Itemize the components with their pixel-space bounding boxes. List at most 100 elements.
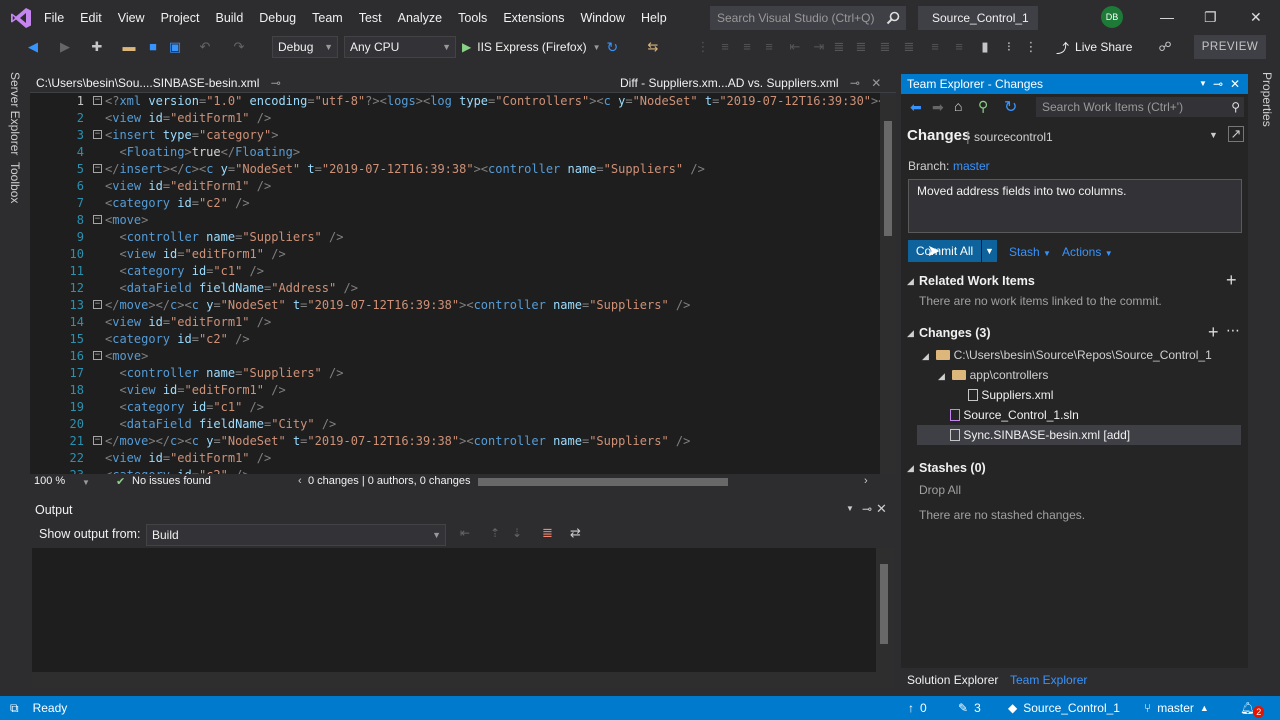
menu-help[interactable]: Help [633, 0, 675, 36]
stash-menu[interactable]: Stash ▼ [1009, 245, 1051, 259]
menu-team[interactable]: Team [304, 0, 351, 36]
pin-icon[interactable]: ⊸ [862, 502, 872, 516]
document-tab-sinbase[interactable]: C:\Users\besin\Sou....SINBASE-besin.xml … [36, 72, 290, 112]
collapse-triangle-icon[interactable]: ◢ [907, 328, 914, 339]
fold-toggle-icon[interactable]: − [93, 96, 102, 105]
restore-button[interactable]: ❐ [1204, 9, 1217, 26]
menu-tools[interactable]: Tools [450, 0, 495, 36]
search-icon[interactable]: ⚲ [1231, 97, 1240, 117]
branch-selector[interactable]: ⑂ master ▲ [1144, 696, 1209, 720]
save-all-icon[interactable]: ▣ [166, 38, 184, 56]
fold-toggle-icon[interactable]: − [93, 436, 102, 445]
close-panel-icon[interactable]: ✕ [1230, 74, 1240, 94]
repository-selector[interactable]: ◆ Source_Control_1 [1008, 696, 1120, 720]
editor-horizontal-scroll-thumb[interactable] [478, 478, 728, 486]
code-line[interactable]: 1− <?xml version="1.0" encoding="utf-8"?>… [30, 93, 896, 110]
menu-view[interactable]: View [110, 0, 153, 36]
codelens-changes[interactable]: 0 changes | 0 authors, 0 changes [308, 475, 470, 487]
search-icon[interactable] [886, 11, 900, 25]
code-line[interactable]: 6 <view id="editForm1" /> [30, 178, 880, 195]
tab-solution-explorer[interactable]: Solution Explorer [907, 669, 998, 691]
output-scroll-thumb[interactable] [880, 564, 888, 644]
collapse-triangle-icon[interactable]: ◢ [907, 276, 914, 287]
new-project-icon[interactable]: ✚ [88, 38, 106, 56]
code-line[interactable]: 4 <Floating>true</Floating> [30, 144, 880, 161]
connect-icon[interactable]: ⚲ [978, 98, 988, 115]
pin-icon[interactable]: ⊸ [271, 76, 281, 90]
open-in-new-window-icon[interactable]: ↗ [1228, 126, 1244, 142]
unpublished-commits[interactable]: ↑ 0 [908, 696, 927, 720]
code-line[interactable]: 2 <view id="editForm1" /> [30, 110, 880, 127]
document-tab-diff[interactable]: Diff - Suppliers.xm...AD vs. Suppliers.x… [620, 72, 896, 111]
minimize-button[interactable]: — [1160, 9, 1174, 25]
related-work-items-title[interactable]: Related Work Items [919, 274, 1035, 288]
clear-all-icon[interactable]: ≣ [542, 525, 553, 541]
refresh-icon[interactable]: ↻ [1004, 97, 1017, 117]
code-line[interactable]: 17 <controller name="Suppliers" /> [30, 365, 880, 382]
toolbox-tab[interactable]: Toolbox [8, 162, 22, 203]
save-icon[interactable]: ■ [144, 38, 162, 56]
tab-team-explorer[interactable]: Team Explorer [1010, 669, 1087, 691]
close-tab-icon[interactable]: ✕ [871, 76, 881, 90]
bookmark-list-icon[interactable]: ⁝ [1000, 38, 1018, 56]
back-icon[interactable]: ⬅ [910, 99, 922, 116]
browser-link-icon[interactable]: ⇆ [644, 38, 662, 56]
output-source-select[interactable]: Build ▼ [146, 524, 446, 546]
zoom-level[interactable]: 100 % [34, 475, 65, 487]
preview-button[interactable]: PREVIEW [1194, 35, 1266, 59]
feedback-icon[interactable]: ☍ [1156, 38, 1174, 56]
bookmark-icon[interactable]: ▮ [976, 38, 994, 56]
solution-platform-select[interactable]: Any CPU ▼ [344, 36, 456, 58]
stashes-section-title[interactable]: Stashes (0) [919, 461, 986, 475]
tree-folder-row[interactable]: ◢ app\controllers [938, 365, 1048, 385]
navigate-back-icon[interactable]: ◀ [24, 38, 42, 56]
fold-toggle-icon[interactable]: − [93, 300, 102, 309]
menu-extensions[interactable]: Extensions [495, 0, 572, 36]
user-avatar[interactable]: DB [1101, 6, 1123, 28]
menu-analyze[interactable]: Analyze [390, 0, 450, 36]
code-line[interactable]: 14 <view id="editForm1" /> [30, 314, 880, 331]
chevron-down-icon[interactable]: ▼ [1209, 130, 1218, 140]
code-line[interactable]: 9 <controller name="Suppliers" /> [30, 229, 880, 246]
code-line[interactable]: 23 <category id="c2" /> [30, 467, 880, 474]
forward-icon[interactable]: ➡ [932, 99, 944, 116]
code-line[interactable]: 18 <view id="editForm1" /> [30, 382, 880, 399]
add-work-item-icon[interactable]: + [1226, 270, 1237, 291]
chevron-left-icon[interactable]: ‹ [298, 475, 302, 487]
fold-toggle-icon[interactable]: − [93, 130, 102, 139]
commit-message-input[interactable]: Moved address fields into two columns. [908, 179, 1242, 233]
changes-section-title[interactable]: Changes (3) [919, 326, 991, 340]
chevron-down-icon[interactable]: ▼ [82, 478, 90, 487]
notifications[interactable]: 🔔︎ 2 [1240, 696, 1265, 720]
fold-toggle-icon[interactable]: − [93, 351, 102, 360]
code-line[interactable]: 20 <dataField fieldName="City" /> [30, 416, 880, 433]
tree-file-row-selected[interactable]: Sync.SINBASE-besin.xml [add] [950, 425, 1130, 445]
code-line[interactable]: 19 <category id="c1" /> [30, 399, 880, 416]
open-file-icon[interactable]: ▬ [120, 38, 138, 56]
chevron-down-icon[interactable]: ▼ [593, 43, 601, 52]
pending-changes[interactable]: ✎ 3 [958, 696, 981, 720]
properties-tab[interactable]: Properties [1260, 72, 1274, 127]
collapse-triangle-icon[interactable]: ◢ [907, 463, 914, 474]
collapse-triangle-icon[interactable]: ◢ [938, 371, 945, 381]
code-line[interactable]: 8− <move> [30, 212, 880, 229]
menu-project[interactable]: Project [153, 0, 208, 36]
code-line[interactable]: 10 <view id="editForm1" /> [30, 246, 880, 263]
start-debugging-button[interactable]: ▶ IIS Express (Firefox) ▼ ↻ [462, 36, 618, 58]
menu-edit[interactable]: Edit [72, 0, 110, 36]
pin-icon[interactable]: ⊸ [850, 76, 860, 90]
code-line[interactable]: 12 <dataField fieldName="Address" /> [30, 280, 880, 297]
close-window-button[interactable]: ✕ [1250, 9, 1262, 26]
tree-root-row[interactable]: ◢ C:\Users\besin\Source\Repos\Source_Con… [922, 345, 1212, 365]
issues-status[interactable]: No issues found [132, 475, 211, 487]
code-line[interactable]: 21− </move></c><c y="NodeSet" t="2019-07-… [30, 433, 880, 450]
code-line[interactable]: 3− <insert type="category"> [30, 127, 880, 144]
drop-all-link[interactable]: Drop All [919, 483, 961, 497]
undo-icon[interactable]: ↶ [196, 38, 214, 56]
output-text-area[interactable] [32, 548, 894, 672]
pin-icon[interactable]: ⊸ [1213, 74, 1223, 94]
more-tools-icon[interactable]: ⋮ [1022, 38, 1040, 56]
output-horizontal-scrollbar[interactable] [32, 672, 894, 688]
live-share-button[interactable]: ⤴ Live Share [1056, 36, 1132, 58]
code-line[interactable]: 5− </insert></c><c y="NodeSet" t="2019-07… [30, 161, 880, 178]
